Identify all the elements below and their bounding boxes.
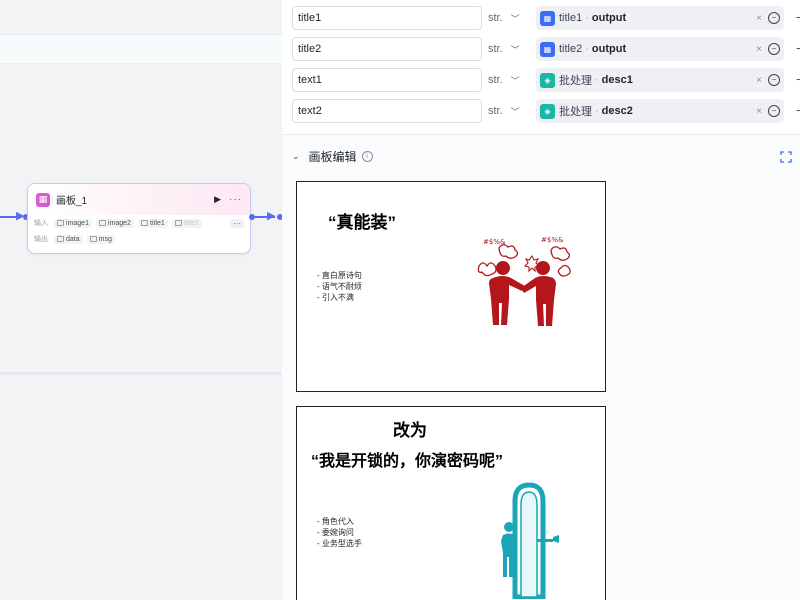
node-output-chip: msg [86, 234, 115, 244]
chevron-down-icon: ﹀ [510, 44, 520, 55]
param-type-select[interactable]: str. ﹀ [488, 37, 530, 61]
chevron-down-icon: ﹀ [510, 75, 520, 86]
slide-card[interactable]: 改为 “我是开锁的，你演密码呢” - 角色代入 - 委婉询问 - 业务型选手 [296, 406, 606, 600]
image-icon [98, 220, 106, 226]
node-output-chip: data [54, 234, 83, 244]
canvas-node-icon: ▦ [36, 192, 50, 207]
object-icon [57, 236, 64, 242]
param-type-select[interactable]: str. ﹀ [488, 99, 530, 123]
slide-bullets: - 直白原诗句 - 语气不耐烦 - 引入不满 [317, 271, 362, 302]
remove-circle-icon[interactable]: − [768, 74, 780, 86]
param-row: text1 str. ﹀ ◈ 批处理 · desc1 × − − [292, 68, 800, 92]
node-outputs-row: 输出 data msg [28, 231, 250, 247]
batch-ref-icon: ◈ [540, 72, 555, 88]
workflow-canvas[interactable]: ▶ ▦ 画板_1 ▶ ··· 输入 image1 image2 title1 t… [0, 0, 282, 600]
clear-icon[interactable]: × [756, 13, 762, 24]
chevron-down-icon: ﹀ [510, 13, 520, 24]
slide-title: “真能装” [328, 213, 396, 232]
node-ref-icon: ▦ [540, 10, 555, 26]
svg-text:#$%&: #$%& [541, 236, 564, 244]
param-reference-field[interactable]: ◈ 批处理 · desc1 × − [536, 68, 784, 92]
param-reference-field[interactable]: ◈ 批处理 · desc2 × − [536, 99, 784, 123]
remove-circle-icon[interactable]: − [768, 12, 780, 24]
input-params: title1 str. ﹀ ▦ title1 · output × − − title… [282, 0, 800, 134]
image-icon [57, 220, 64, 226]
string-icon [174, 220, 182, 226]
node-input-chip: image1 [54, 218, 92, 228]
node-output-label: 输出 [34, 236, 48, 243]
delete-row-button[interactable]: − [796, 72, 800, 87]
node-config-panel: title1 str. ﹀ ▦ title1 · output × − − title… [282, 0, 800, 600]
slide-heading: 改为 [393, 421, 427, 440]
clear-icon[interactable]: × [756, 106, 762, 117]
node-input-chip: title2 [171, 218, 202, 228]
canvas-divider [0, 372, 282, 375]
param-reference-field[interactable]: ▦ title1 · output × − [536, 6, 784, 30]
chevron-down-icon: ﹀ [510, 106, 520, 117]
node-input-chip: image2 [95, 218, 134, 228]
fullscreen-icon[interactable] [780, 151, 792, 163]
node-input-label: 输入 [34, 220, 48, 227]
slide-bullets: - 角色代入 - 委婉询问 - 业务型选手 [317, 517, 362, 548]
string-icon [89, 236, 97, 242]
param-name-input[interactable]: text1 [292, 68, 482, 92]
canvas-edit-section-header[interactable]: ⌄ 画板编辑 i [282, 134, 800, 178]
param-row: title1 str. ﹀ ▦ title1 · output × − − [292, 6, 800, 30]
clear-icon[interactable]: × [756, 75, 762, 86]
delete-row-button[interactable]: − [796, 103, 800, 118]
arguing-people-illustration: #$%& #$%& [477, 236, 571, 326]
node-header: ▦ 画板_1 ▶ ··· [28, 184, 250, 215]
node-ref-icon: ▦ [540, 41, 555, 57]
param-row: title2 str. ﹀ ▦ title2 · output × − − [292, 37, 800, 61]
remove-circle-icon[interactable]: − [768, 105, 780, 117]
section-title: 画板编辑 [308, 150, 357, 164]
param-reference-field[interactable]: ▦ title2 · output × − [536, 37, 784, 61]
slide-title: “我是开锁的，你演密码呢” [311, 453, 504, 470]
node-inputs-more[interactable]: ··· [230, 218, 244, 228]
canvas-node[interactable]: ▦ 画板_1 ▶ ··· 输入 image1 image2 title1 tit… [27, 183, 251, 254]
svg-text:#$%&: #$%& [483, 238, 506, 246]
param-type-select[interactable]: str. ﹀ [488, 6, 530, 30]
door-lock-illustration [501, 482, 559, 599]
node-more-button[interactable]: ··· [229, 194, 242, 205]
param-name-input[interactable]: title2 [292, 37, 482, 61]
node-input-chip: title1 [137, 218, 168, 228]
slide-card[interactable]: “真能装” - 直白原诗句 - 语气不耐烦 - 引入不满 #$%& #$%& [296, 181, 606, 392]
remove-circle-icon[interactable]: − [768, 43, 780, 55]
clear-icon[interactable]: × [756, 44, 762, 55]
node-title: 画板_1 [56, 196, 88, 207]
param-type-select[interactable]: str. ﹀ [488, 68, 530, 92]
outgoing-edge-arrow-icon: ▶ [267, 210, 276, 222]
canvas-band [0, 34, 282, 64]
param-row: text2 str. ﹀ ◈ 批处理 · desc2 × − − [292, 99, 800, 123]
run-node-button[interactable]: ▶ [214, 194, 221, 205]
delete-row-button[interactable]: − [796, 41, 800, 56]
batch-ref-icon: ◈ [540, 103, 555, 119]
delete-row-button[interactable]: − [796, 10, 800, 25]
node-inputs-row: 输入 image1 image2 title1 title2 ··· [28, 215, 250, 231]
info-icon[interactable]: i [361, 151, 373, 162]
param-name-input[interactable]: text2 [292, 99, 482, 123]
param-name-input[interactable]: title1 [292, 6, 482, 30]
collapse-chevron-icon[interactable]: ⌄ [292, 151, 300, 162]
string-icon [140, 220, 148, 226]
